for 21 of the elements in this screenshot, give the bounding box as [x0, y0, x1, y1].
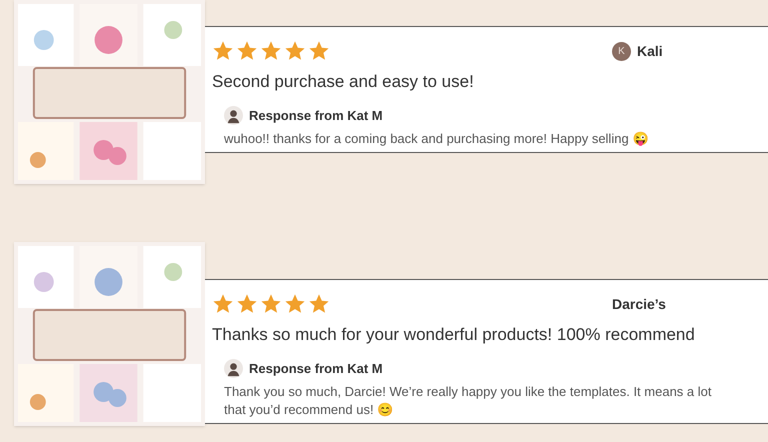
star-icon: [260, 40, 282, 62]
reviewer-name: Darcie’s: [612, 294, 666, 314]
star-icon: [308, 293, 330, 315]
avatar-icon: [224, 106, 243, 126]
review-text: Second purchase and easy to use!: [212, 71, 475, 93]
review-text: Thanks so much for your wonderful products! 100% recommend: [212, 324, 696, 346]
avatar-icon: [224, 359, 243, 378]
star-icon: [236, 40, 258, 62]
reviewer-name: Kali: [637, 42, 663, 60]
star-icon: [212, 293, 234, 315]
response-title: Response from Kat M: [249, 107, 383, 125]
response-message: wuhoo!! thanks for a coming back and purchasing more! Happy selling 😜: [224, 130, 650, 148]
star-icon: [260, 293, 282, 315]
star-icon: [284, 293, 306, 315]
response-message: Thank you so much, Darcie! We’re really happy you like the templates. It means a lot that you’d recommend us! 😊: [224, 382, 712, 418]
star-icon: [212, 40, 234, 62]
star-icon: [236, 293, 258, 315]
star-icon: [308, 40, 330, 62]
response-title: Response from Kat M: [249, 360, 383, 378]
star-icon: [284, 40, 306, 62]
reviewer-avatar: K: [612, 42, 631, 60]
